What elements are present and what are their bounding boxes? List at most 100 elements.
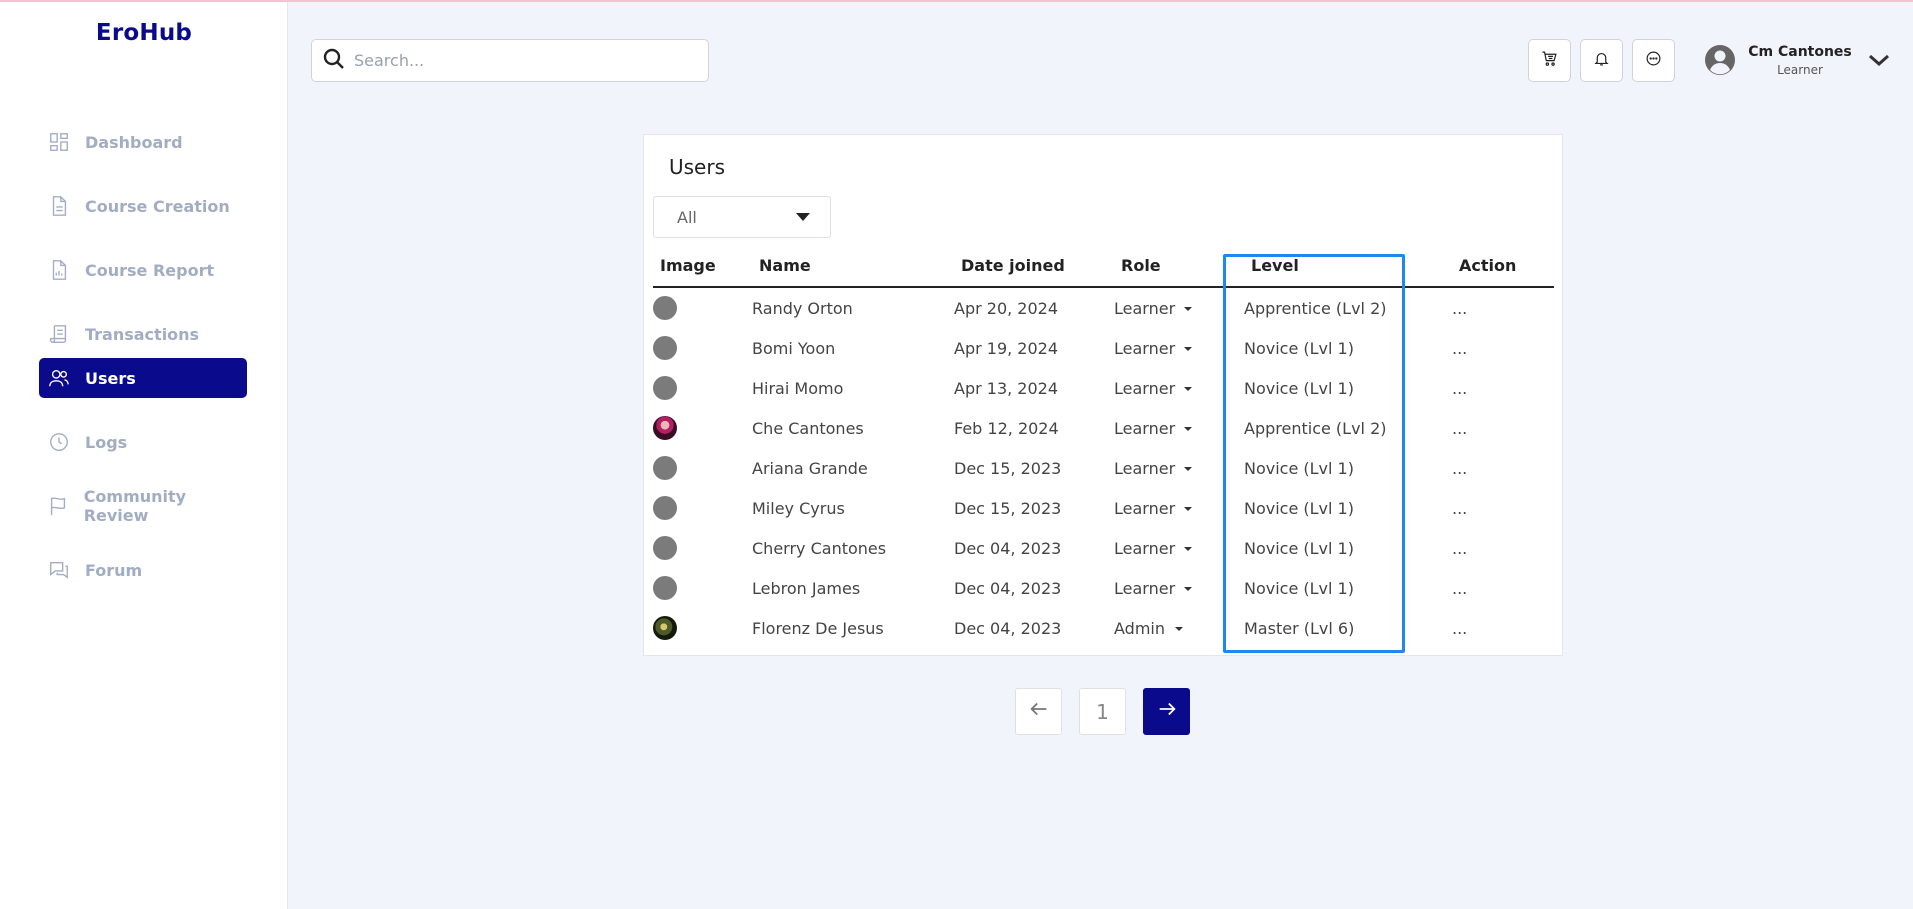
user-avatar (653, 496, 677, 520)
action-menu-button[interactable]: ... (1452, 499, 1467, 518)
prev-page-button[interactable] (1015, 688, 1062, 735)
caret-down-icon[interactable] (1184, 347, 1192, 351)
search-box[interactable] (311, 39, 709, 82)
level-cell: Apprentice (Lvl 2) (1244, 299, 1387, 318)
role-select[interactable]: Learner (1114, 379, 1175, 398)
users-card: Users All Image Name Date joined Role Le… (643, 134, 1563, 656)
action-menu-button[interactable]: ... (1452, 619, 1467, 638)
next-page-button[interactable] (1143, 688, 1190, 735)
table-row: Ariana Grande Dec 15, 2023 Learner Novic… (644, 448, 1562, 488)
role-select[interactable]: Learner (1114, 499, 1175, 518)
sidebar-item-label: Transactions (85, 324, 200, 344)
sidebar: EroHub Dashboard Course Creation Course … (0, 2, 288, 909)
column-header-action: Action (1459, 256, 1517, 275)
role-select[interactable]: Learner (1114, 339, 1175, 358)
table-row: Cherry Cantones Dec 04, 2023 Learner Nov… (644, 528, 1562, 568)
caret-down-icon[interactable] (1184, 307, 1192, 311)
role-filter-select[interactable]: All (653, 196, 831, 238)
sidebar-item-transactions[interactable]: Transactions (39, 314, 247, 354)
role-select[interactable]: Learner (1114, 579, 1175, 598)
caret-down-icon[interactable] (1184, 467, 1192, 471)
date-joined-cell: Apr 13, 2024 (954, 379, 1059, 398)
level-cell: Novice (Lvl 1) (1244, 379, 1354, 398)
flag-icon (47, 494, 70, 518)
level-cell: Novice (Lvl 1) (1244, 459, 1354, 478)
message-icon (1645, 50, 1662, 71)
brand-logo[interactable]: EroHub (0, 20, 288, 46)
user-name-cell: Lebron James (752, 579, 861, 598)
filter-value: All (677, 207, 697, 227)
column-header-name: Name (759, 256, 811, 275)
arrow-right-icon (1156, 698, 1178, 725)
sidebar-item-label: Logs (85, 432, 128, 452)
sidebar-item-course-report[interactable]: Course Report (39, 250, 247, 290)
chevron-down-icon[interactable] (1866, 48, 1892, 72)
user-avatar (653, 456, 677, 480)
user-avatar (653, 536, 677, 560)
action-menu-button[interactable]: ... (1452, 539, 1467, 558)
sidebar-item-community-review[interactable]: Community Review (39, 486, 247, 526)
table-row: Randy Orton Apr 20, 2024 Learner Apprent… (644, 288, 1562, 328)
date-joined-cell: Feb 12, 2024 (954, 419, 1059, 438)
user-avatar (653, 376, 677, 400)
level-cell: Novice (Lvl 1) (1244, 339, 1354, 358)
cart-icon (1541, 50, 1558, 71)
caret-down-icon (796, 213, 810, 221)
sidebar-item-users[interactable]: Users (39, 358, 247, 398)
chat-icon (47, 558, 71, 582)
user-name-cell: Ariana Grande (752, 459, 868, 478)
caret-down-icon[interactable] (1184, 547, 1192, 551)
search-input[interactable] (354, 51, 684, 70)
date-joined-cell: Dec 04, 2023 (954, 579, 1062, 598)
page-number-button[interactable]: 1 (1079, 688, 1126, 735)
user-avatar-icon[interactable] (1704, 44, 1736, 76)
caret-down-icon[interactable] (1184, 587, 1192, 591)
arrow-left-icon (1028, 698, 1050, 725)
action-menu-button[interactable]: ... (1452, 339, 1467, 358)
report-icon (47, 258, 71, 282)
caret-down-icon[interactable] (1175, 627, 1183, 631)
action-menu-button[interactable]: ... (1452, 459, 1467, 478)
action-menu-button[interactable]: ... (1452, 579, 1467, 598)
user-name-cell: Che Cantones (752, 419, 864, 438)
role-select[interactable]: Admin (1114, 619, 1165, 638)
role-select[interactable]: Learner (1114, 419, 1175, 438)
notifications-button[interactable] (1580, 39, 1623, 82)
cart-button[interactable] (1528, 39, 1571, 82)
user-name-cell: Bomi Yoon (752, 339, 836, 358)
sidebar-item-forum[interactable]: Forum (39, 550, 247, 590)
action-menu-button[interactable]: ... (1452, 379, 1467, 398)
sidebar-item-label: Dashboard (85, 132, 183, 152)
action-menu-button[interactable]: ... (1452, 419, 1467, 438)
dashboard-icon (47, 130, 71, 154)
user-avatar (653, 416, 677, 440)
messages-button[interactable] (1632, 39, 1675, 82)
role-select[interactable]: Learner (1114, 539, 1175, 558)
column-header-image: Image (660, 256, 716, 275)
sidebar-item-dashboard[interactable]: Dashboard (39, 122, 247, 162)
search-icon (322, 47, 346, 75)
clock-icon (47, 430, 71, 454)
caret-down-icon[interactable] (1184, 427, 1192, 431)
table-row: Florenz De Jesus Dec 04, 2023 Admin Mast… (644, 608, 1562, 648)
action-menu-button[interactable]: ... (1452, 299, 1467, 318)
date-joined-cell: Apr 20, 2024 (954, 299, 1059, 318)
date-joined-cell: Apr 19, 2024 (954, 339, 1059, 358)
sidebar-item-course-creation[interactable]: Course Creation (39, 186, 247, 226)
caret-down-icon[interactable] (1184, 387, 1192, 391)
table-row: Bomi Yoon Apr 19, 2024 Learner Novice (L… (644, 328, 1562, 368)
column-header-date-joined: Date joined (961, 256, 1065, 275)
column-header-level: Level (1251, 256, 1299, 275)
user-avatar (653, 576, 677, 600)
date-joined-cell: Dec 04, 2023 (954, 539, 1062, 558)
sidebar-item-logs[interactable]: Logs (39, 422, 247, 462)
caret-down-icon[interactable] (1184, 507, 1192, 511)
user-name: Cm Cantones (1748, 44, 1852, 60)
sidebar-item-label: Forum (85, 560, 143, 580)
role-select[interactable]: Learner (1114, 459, 1175, 478)
role-select[interactable]: Learner (1114, 299, 1175, 318)
document-icon (47, 194, 71, 218)
sidebar-item-label: Course Creation (85, 196, 230, 216)
receipt-icon (47, 322, 71, 346)
user-avatar (653, 616, 677, 640)
